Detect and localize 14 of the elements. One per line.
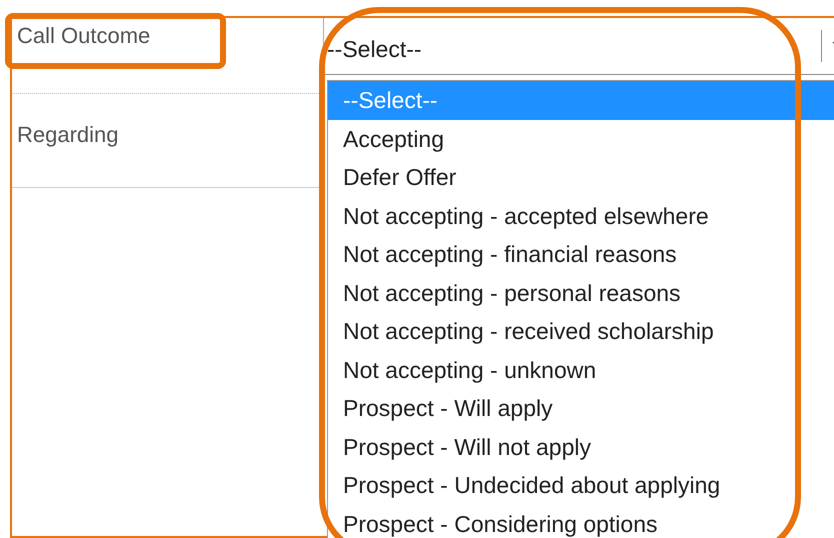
dropdown-option[interactable]: Accepting xyxy=(328,120,834,158)
field-label: Call Outcome xyxy=(17,23,150,48)
dropdown-option[interactable]: Not accepting - received scholarship xyxy=(328,312,834,350)
dropdown-option[interactable]: Defer Offer xyxy=(328,158,834,196)
dropdown-option[interactable]: Prospect - Will apply xyxy=(328,389,834,428)
dropdown-option[interactable]: Not accepting - financial reasons xyxy=(328,235,834,274)
dropdown-option[interactable]: Prospect - Will not apply xyxy=(328,428,834,466)
field-label: Regarding xyxy=(17,122,119,147)
select-field[interactable]: --Select-- xyxy=(323,18,834,75)
dropdown-option[interactable]: Not accepting - accepted elsewhere xyxy=(328,196,834,235)
dropdown-option[interactable]: Not accepting - personal reasons xyxy=(328,274,834,312)
dropdown-option[interactable]: Prospect - Considering options xyxy=(328,504,834,538)
dropdown-option[interactable]: Prospect - Undecided about applying xyxy=(328,466,834,504)
dropdown-option[interactable]: Not accepting - unknown xyxy=(328,350,834,389)
